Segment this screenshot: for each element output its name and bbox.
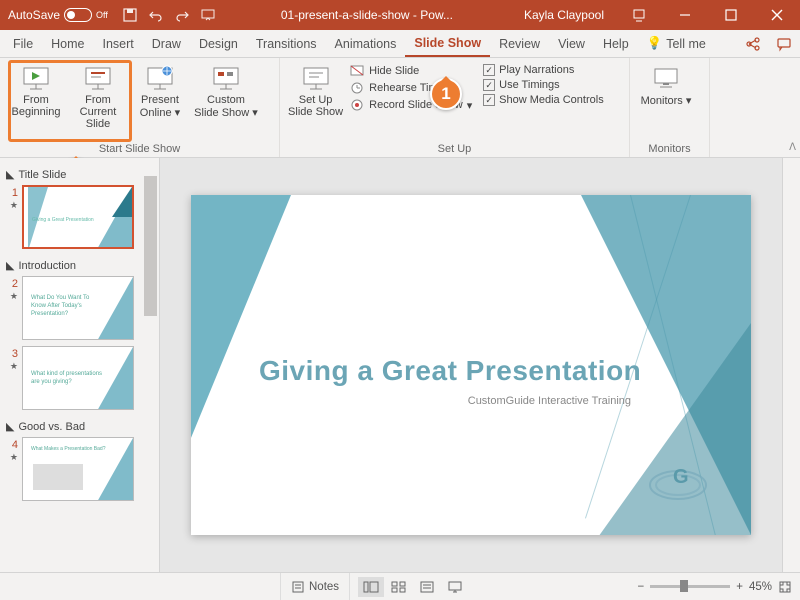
from-current-slide-button[interactable]: From Current Slide: [70, 62, 126, 130]
slide-subtitle[interactable]: CustomGuide Interactive Training: [468, 395, 631, 407]
tab-transitions[interactable]: Transitions: [247, 30, 326, 57]
slide-thumbnail-3[interactable]: What kind of presentationsare you giving…: [22, 346, 134, 410]
ribbon-tabs: File Home Insert Draw Design Transitions…: [0, 30, 800, 58]
statusbar: Notes − + 45%: [0, 572, 800, 600]
section-header[interactable]: ◣ Introduction: [4, 255, 155, 276]
present-online-button[interactable]: Present Online ▾: [132, 62, 188, 119]
quick-access-toolbar: [116, 7, 222, 23]
workspace: ◣ Title Slide 1★ Giving a Great Presenta…: [0, 158, 800, 572]
tab-draw[interactable]: Draw: [143, 30, 190, 57]
slide-editor[interactable]: Giving a Great Presentation CustomGuide …: [160, 158, 782, 572]
tab-view[interactable]: View: [549, 30, 594, 57]
custom-slide-show-icon: [210, 64, 242, 92]
chevron-down-icon: ▾: [686, 95, 692, 107]
custom-slide-show-button[interactable]: Custom Slide Show ▾: [194, 62, 258, 119]
clock-icon: [349, 81, 365, 95]
record-icon: [349, 98, 365, 112]
tab-animations[interactable]: Animations: [326, 30, 406, 57]
maximize-icon[interactable]: [708, 0, 754, 30]
ribbon: From Beginning From Current Slide Presen…: [0, 58, 800, 158]
section-header[interactable]: ◣ Title Slide: [4, 164, 155, 185]
from-current-slide-icon: [82, 64, 114, 92]
from-beginning-button[interactable]: From Beginning: [8, 62, 64, 118]
zoom-out-button[interactable]: −: [638, 581, 645, 593]
minimize-icon[interactable]: [662, 0, 708, 30]
tell-me[interactable]: 💡Tell me: [638, 30, 715, 57]
group-label: Start Slide Show: [8, 143, 271, 155]
slide-thumbnail-4[interactable]: What Makes a Presentation Bad?: [22, 437, 134, 501]
save-icon[interactable]: [122, 7, 138, 23]
monitors-button[interactable]: Monitors ▾: [638, 62, 694, 107]
autosave-toggle[interactable]: AutoSave Off: [0, 8, 116, 22]
comments-icon[interactable]: [776, 36, 792, 52]
tab-help[interactable]: Help: [594, 30, 638, 57]
tab-review[interactable]: Review: [490, 30, 549, 57]
chevron-down-icon: ▾: [252, 107, 258, 119]
group-label: Set Up: [288, 143, 621, 155]
tab-insert[interactable]: Insert: [94, 30, 143, 57]
reading-view-icon[interactable]: [414, 577, 440, 597]
tab-file[interactable]: File: [4, 30, 42, 57]
tab-slideshow[interactable]: Slide Show: [405, 30, 490, 57]
slide-sorter-view-icon[interactable]: [386, 577, 412, 597]
slide-thumbnails-panel: ◣ Title Slide 1★ Giving a Great Presenta…: [0, 158, 160, 572]
show-media-controls-checkbox[interactable]: ✓Show Media Controls: [483, 94, 621, 106]
collapse-ribbon-icon[interactable]: ᐱ: [789, 142, 796, 153]
notes-button[interactable]: Notes: [280, 573, 350, 600]
panel-scrollbar[interactable]: [142, 158, 159, 572]
chevron-down-icon: ▾: [467, 99, 473, 112]
play-narrations-checkbox[interactable]: ✓Play Narrations: [483, 64, 621, 76]
use-timings-checkbox[interactable]: ✓Use Timings: [483, 79, 621, 91]
close-icon[interactable]: [754, 0, 800, 30]
callout-1: 1: [430, 78, 462, 110]
share-icon[interactable]: [746, 36, 762, 52]
slide-logo: G: [645, 455, 711, 505]
ribbon-options-icon[interactable]: [616, 0, 662, 30]
hide-slide-icon: [349, 64, 365, 78]
slide-thumbnail-2[interactable]: What Do You Want ToKnow After Today'sPre…: [22, 276, 134, 340]
group-label: Monitors: [638, 143, 701, 155]
undo-icon[interactable]: [148, 7, 164, 23]
slideshow-icon[interactable]: [200, 7, 216, 23]
zoom-in-button[interactable]: +: [736, 581, 743, 593]
redo-icon[interactable]: [174, 7, 190, 23]
titlebar: AutoSave Off 01-present-a-slide-show - P…: [0, 0, 800, 30]
svg-text:G: G: [673, 466, 689, 488]
setup-slide-show-icon: [300, 64, 332, 92]
zoom-value[interactable]: 45%: [749, 581, 772, 593]
normal-view-icon[interactable]: [358, 577, 384, 597]
from-beginning-icon: [20, 64, 52, 92]
document-title: 01-present-a-slide-show - Pow...: [222, 8, 512, 22]
vertical-scrollbar[interactable]: [782, 158, 800, 572]
hide-slide-button[interactable]: Hide Slide: [349, 64, 477, 78]
tab-home[interactable]: Home: [42, 30, 93, 57]
slideshow-view-icon[interactable]: [442, 577, 468, 597]
slide-thumbnail-1[interactable]: Giving a Great Presentation: [22, 185, 134, 249]
zoom-slider[interactable]: [650, 585, 730, 588]
notes-icon: [291, 580, 305, 594]
setup-slide-show-button[interactable]: Set Up Slide Show: [288, 62, 343, 118]
present-online-icon: [144, 64, 176, 92]
user-name[interactable]: Kayla Claypool: [512, 8, 616, 22]
current-slide[interactable]: Giving a Great Presentation CustomGuide …: [191, 195, 751, 535]
chevron-down-icon: ▾: [175, 107, 181, 119]
section-header[interactable]: ◣ Good vs. Bad: [4, 416, 155, 437]
slide-title[interactable]: Giving a Great Presentation: [259, 355, 641, 387]
tab-design[interactable]: Design: [190, 30, 247, 57]
fit-to-window-icon[interactable]: [778, 580, 792, 594]
monitor-icon: [650, 64, 682, 92]
